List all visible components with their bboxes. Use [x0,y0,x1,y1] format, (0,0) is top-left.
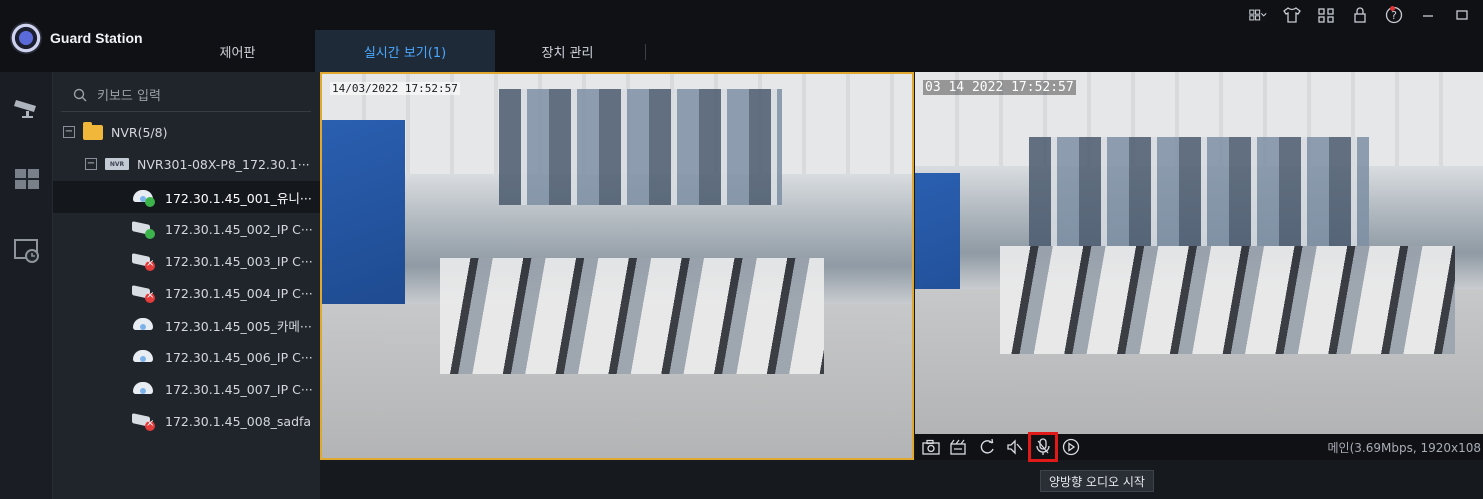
collapse-icon[interactable]: − [63,126,75,138]
nvr-label: NVR301-08X-P8_172.30.1··· [137,156,310,172]
tree-root-nvr-group[interactable]: − NVR(5/8) [53,116,320,148]
nav-rail [0,72,53,499]
nvr-icon: NVR [105,158,129,170]
tree-camera-item[interactable]: 172.30.1.45_001_유니··· [53,181,320,213]
maximize-icon[interactable] [1453,6,1471,24]
record-icon[interactable] [949,437,969,457]
tooltip: 양방향 오디오 시작 [1040,470,1154,492]
camera-nav-icon[interactable] [8,88,46,126]
folder-icon [83,121,103,140]
live-view-area: 14/03/2022 17:52:57 03 14 2022 17:52:57 [320,72,1483,499]
playback-nav-icon[interactable] [8,232,46,270]
tab-live-view[interactable]: 실시간 보기(1) [315,30,495,72]
offline-status-icon [145,418,155,431]
offline-status-icon [145,258,155,271]
bullet-camera-icon [131,251,155,271]
view-layout-icon[interactable] [8,160,46,198]
bullet-camera-icon [131,411,155,431]
camera-label: 172.30.1.45_006_IP C··· [165,349,313,365]
playback-icon[interactable] [1061,437,1081,457]
search-box[interactable]: 키보드 입력 [61,78,311,112]
microphone-icon[interactable] [1028,432,1058,462]
lock-icon[interactable] [1351,6,1369,24]
tab-device-management[interactable]: 장치 관리 [495,30,640,72]
tree-camera-item[interactable]: 172.30.1.45_007_IP C··· [53,373,320,405]
notification-dot [1390,6,1395,11]
camera-label: 172.30.1.45_004_IP C··· [165,285,313,301]
camera-label: 172.30.1.45_008_sadfa [165,413,312,429]
dome-camera-icon [131,315,155,335]
tree-camera-item[interactable]: 172.30.1.45_003_IP C··· [53,245,320,277]
app-name: Guard Station [50,30,143,46]
camera-label: 172.30.1.45_001_유니··· [165,190,312,206]
ptz-icon[interactable] [977,437,997,457]
camera-label: 172.30.1.45_005_카메··· [165,318,312,334]
camera-label: 172.30.1.45_002_IP C··· [165,221,313,237]
video-pane-1[interactable]: 14/03/2022 17:52:57 [320,72,914,460]
collapse-icon[interactable]: − [85,158,97,170]
tree-nvr-device[interactable]: − NVR NVR301-08X-P8_172.30.1··· [53,148,320,180]
camera-feed-image [915,72,1483,434]
network-icon[interactable] [1317,6,1335,24]
camera-label: 172.30.1.45_003_IP C··· [165,253,313,269]
title-bar: Guard Station 제어판 실시간 보기(1) 장치 관리 ? [0,0,1483,72]
brand: Guard Station [10,22,143,54]
bullet-camera-icon [131,219,155,239]
tree-camera-item[interactable]: 172.30.1.45_005_카메··· [53,309,320,341]
online-status-icon [145,229,155,239]
bullet-camera-icon [131,283,155,303]
video-pane-2[interactable]: 03 14 2022 17:52:57 [915,72,1483,434]
online-status-icon [145,197,155,207]
dome-camera-icon [131,379,155,399]
search-input[interactable]: 키보드 입력 [97,85,161,104]
tree-camera-item[interactable]: 172.30.1.45_008_sadfa [53,405,320,437]
osd-timestamp: 03 14 2022 17:52:57 [923,80,1076,95]
dome-camera-icon [131,347,155,367]
audio-icon[interactable] [1005,437,1025,457]
stream-info: 메인(3.69Mbps, 1920x108 [1327,441,1482,455]
layout-grid-icon[interactable] [1249,6,1267,24]
app-logo [10,22,42,54]
tree-root-label: NVR(5/8) [111,124,168,140]
tree-camera-item[interactable]: 172.30.1.45_002_IP C··· [53,213,320,245]
window-controls: ? [1249,6,1471,24]
camera-feed-image [322,74,912,458]
snapshot-icon[interactable] [921,437,941,457]
minimize-icon[interactable] [1419,6,1437,24]
tree-camera-item[interactable]: 172.30.1.45_004_IP C··· [53,277,320,309]
tree-camera-item[interactable]: 172.30.1.45_006_IP C··· [53,341,320,373]
search-icon [73,88,87,101]
pane-toolbar: 메인(3.69Mbps, 1920x108 [915,432,1483,462]
tab-divider [645,44,646,60]
device-tree-panel: 키보드 입력 − NVR(5/8) − NVR NVR301-08X-P8_17… [53,72,320,499]
osd-timestamp: 14/03/2022 17:52:57 [330,82,460,95]
dome-camera-icon [131,187,155,207]
camera-label: 172.30.1.45_007_IP C··· [165,381,313,397]
tshirt-icon[interactable] [1283,6,1301,24]
tab-control-panel[interactable]: 제어판 [160,30,315,72]
offline-status-icon [145,290,155,303]
